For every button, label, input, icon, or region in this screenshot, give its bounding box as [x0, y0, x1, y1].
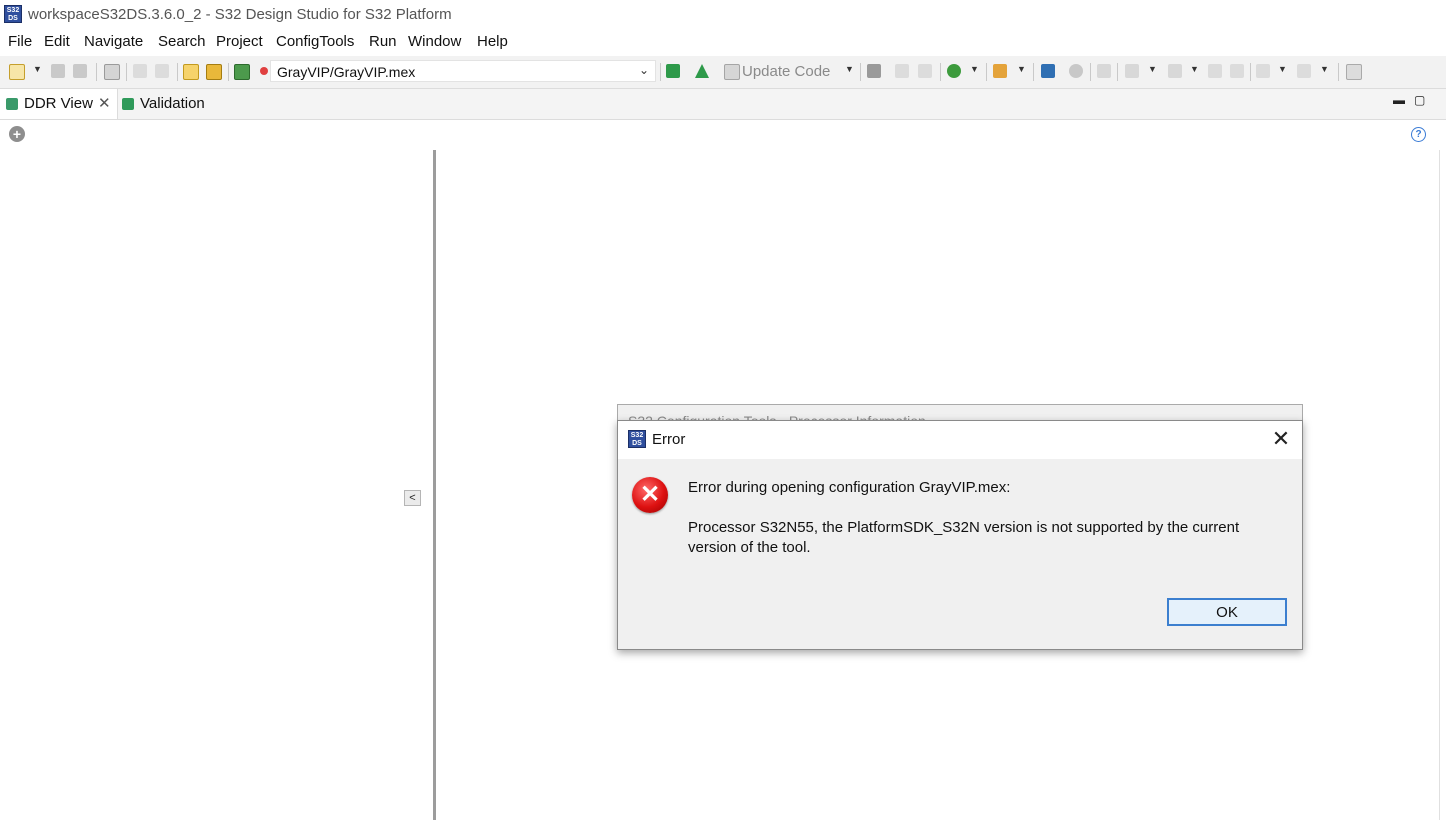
back-icon[interactable]: [895, 64, 909, 78]
menu-help[interactable]: Help: [477, 33, 508, 50]
configuration-combo[interactable]: GrayVIP/GrayVIP.mex ⌄: [270, 60, 656, 82]
close-icon[interactable]: ✕: [1270, 425, 1292, 453]
validation-icon: [122, 98, 134, 110]
new-file-icon[interactable]: [9, 64, 25, 80]
last-edit-icon[interactable]: [1208, 64, 1222, 78]
config-error-icon: [260, 67, 268, 75]
dialog-message-detail: Processor S32N55, the PlatformSDK_S32N v…: [688, 519, 1240, 556]
save-icon[interactable]: [51, 64, 65, 78]
nav-back-icon[interactable]: [1256, 64, 1270, 78]
help-icon[interactable]: ?: [1411, 127, 1426, 142]
next-annotation-dropdown-icon[interactable]: ▼: [1148, 64, 1157, 74]
tab-ddr-view[interactable]: DDR View ✕: [0, 89, 118, 119]
forward-icon[interactable]: [918, 64, 932, 78]
menu-bar: File Edit Navigate Search Project Config…: [0, 30, 1446, 54]
new-dropdown-icon[interactable]: ▼: [33, 64, 42, 74]
view-tab-bar: DDR View ✕ Validation: [0, 89, 1446, 120]
ok-button[interactable]: OK: [1167, 598, 1287, 626]
tools-icon[interactable]: [993, 64, 1007, 78]
menu-window[interactable]: Window: [408, 33, 461, 50]
redo-icon[interactable]: [155, 64, 169, 78]
error-icon: ✕: [632, 477, 668, 513]
maximize-view-icon[interactable]: ▢: [1414, 93, 1425, 107]
menu-edit[interactable]: Edit: [44, 33, 70, 50]
tab-validation-label: Validation: [140, 95, 205, 112]
pane-splitter[interactable]: [433, 150, 436, 820]
menu-project[interactable]: Project: [216, 33, 263, 50]
collapse-pane-button[interactable]: <: [404, 490, 421, 506]
warning-icon[interactable]: [695, 64, 709, 78]
chevron-down-icon[interactable]: ⌄: [639, 63, 649, 77]
export-icon[interactable]: [234, 64, 250, 80]
s32ds-logo-icon: S32 DS: [4, 5, 22, 23]
add-icon[interactable]: +: [9, 126, 25, 142]
tab-validation[interactable]: Validation: [118, 89, 228, 119]
last-edit-forward-icon[interactable]: [1230, 64, 1244, 78]
main-toolbar: ▼ ▼ ▼ ▼ ▼ ▼ ▼ ▼: [0, 56, 1446, 89]
prev-annotation-icon[interactable]: [1168, 64, 1182, 78]
update-code-dropdown-icon[interactable]: ▼: [845, 64, 854, 74]
window-title: workspaceS32DS.3.6.0_2 - S32 Design Stud…: [28, 6, 452, 23]
close-tab-icon[interactable]: ✕: [98, 94, 111, 112]
terminal-icon[interactable]: [1041, 64, 1055, 78]
menu-navigate[interactable]: Navigate: [84, 33, 143, 50]
prev-annotation-dropdown-icon[interactable]: ▼: [1190, 64, 1199, 74]
menu-configtools[interactable]: ConfigTools: [276, 33, 354, 50]
menu-search[interactable]: Search: [158, 33, 206, 50]
pin-icon[interactable]: [1097, 64, 1111, 78]
debug-dropdown-icon[interactable]: ▼: [970, 64, 979, 74]
import-icon[interactable]: [206, 64, 222, 80]
tools-dropdown-icon[interactable]: ▼: [1017, 64, 1026, 74]
configuration-combo-value: GrayVIP/GrayVIP.mex: [277, 64, 416, 80]
binary-icon[interactable]: [104, 64, 120, 80]
right-edge: [1439, 150, 1446, 820]
open-perspective-icon[interactable]: [1346, 64, 1362, 80]
error-dialog: S32 DS Error ✕ ✕ Error during opening con…: [617, 420, 1303, 650]
menu-file[interactable]: File: [8, 33, 32, 50]
next-annotation-icon[interactable]: [1125, 64, 1139, 78]
menu-run[interactable]: Run: [369, 33, 397, 50]
stop-icon[interactable]: [867, 64, 881, 78]
nav-forward-dropdown-icon[interactable]: ▼: [1320, 64, 1329, 74]
left-pane: [0, 150, 433, 820]
dialog-message-heading: Error during opening configuration GrayV…: [688, 479, 1011, 496]
debug-icon[interactable]: [947, 64, 961, 78]
tab-ddr-view-label: DDR View: [24, 95, 93, 112]
update-code-button[interactable]: Update Code: [742, 63, 830, 80]
update-code-icon[interactable]: [724, 64, 740, 80]
ddr-view-icon: [6, 98, 18, 110]
home-icon[interactable]: [666, 64, 680, 78]
nav-forward-icon[interactable]: [1297, 64, 1311, 78]
window-titlebar: S32 DS workspaceS32DS.3.6.0_2 - S32 Desig…: [0, 0, 1446, 30]
save-all-icon[interactable]: [73, 64, 87, 78]
undo-icon[interactable]: [133, 64, 147, 78]
dialog-title: Error: [652, 431, 686, 448]
refresh-icon[interactable]: [1069, 64, 1083, 78]
minimize-view-icon[interactable]: ▬: [1393, 93, 1405, 107]
nav-back-dropdown-icon[interactable]: ▼: [1278, 64, 1287, 74]
s32ds-logo-icon: S32 DS: [628, 430, 646, 448]
view-toolbar: [0, 120, 1440, 148]
new-config-icon[interactable]: [183, 64, 199, 80]
dialog-titlebar[interactable]: S32 DS Error ✕: [618, 421, 1302, 459]
